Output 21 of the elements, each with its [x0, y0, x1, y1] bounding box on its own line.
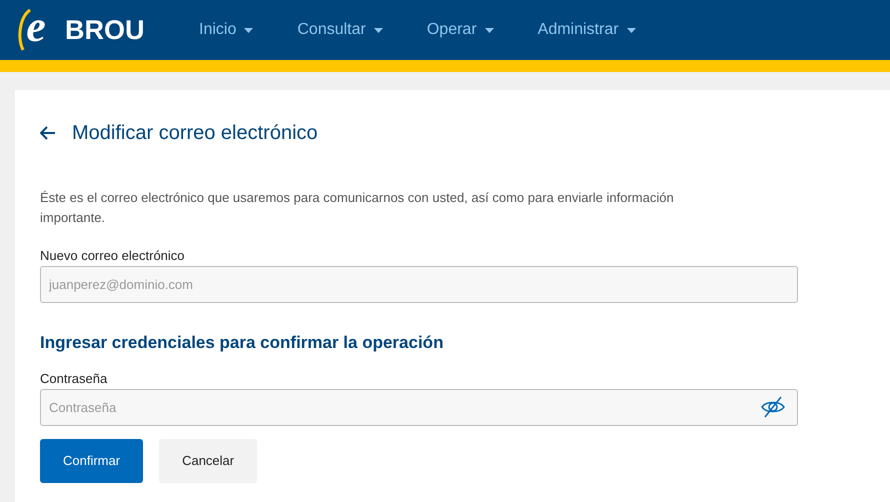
nav-menu[interactable]: Consultar: [297, 18, 383, 42]
field-label: Nuevo correo electrónico: [40, 247, 186, 265]
description-text: Éste es el correo electrónico que usaremos para comunicarnos con usted, así como para enviarle información importante.: [40, 189, 675, 227]
page-title: Modificar correo electrónico: [72, 121, 318, 146]
logo-text: BROU: [65, 14, 144, 47]
nav-menu[interactable]: Inicio: [199, 18, 254, 42]
cancel-button[interactable]: Cancelar: [159, 438, 258, 482]
caret-icon: [374, 28, 383, 32]
caret-icon: [244, 28, 254, 32]
confirm-button[interactable]: Confirmar: [40, 438, 144, 482]
password-field[interactable]: Contraseña: [40, 388, 798, 426]
section-heading: Ingresar credenciales para confirmar la operación: [40, 332, 444, 354]
logo-letter: e: [26, 5, 46, 49]
field-label: Contraseña: [40, 370, 108, 388]
eye-slash-icon[interactable]: [760, 394, 786, 418]
nav-menu[interactable]: Operar: [426, 18, 494, 42]
caret-icon: [626, 28, 636, 32]
nav-menu[interactable]: Administrar: [538, 18, 636, 42]
back-arrow-icon[interactable]: [40, 126, 56, 140]
caret-icon: [484, 28, 494, 32]
email-field[interactable]: juanperez@dominio.com: [40, 266, 798, 302]
